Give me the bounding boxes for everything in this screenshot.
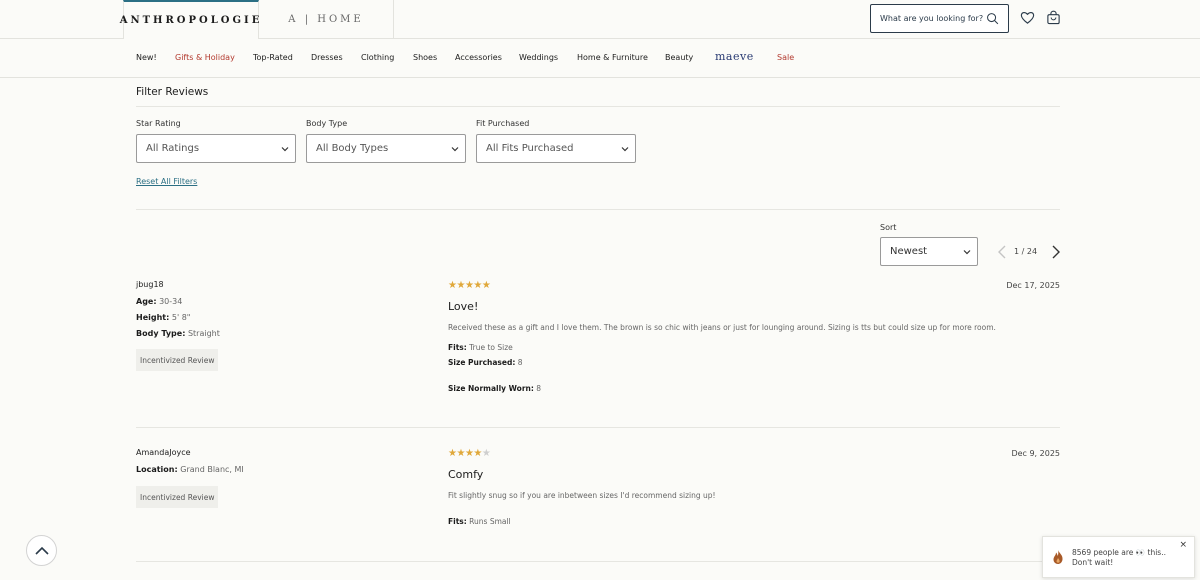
star-icon: ★ — [473, 280, 482, 291]
attr-key: Age: — [136, 297, 157, 306]
meta-value: Runs Small — [469, 517, 511, 526]
search-input[interactable]: What are you looking for? — [870, 4, 1009, 33]
nav-item-maeve[interactable]: maeve — [715, 50, 754, 63]
fit-purchased-select[interactable]: All Fits Purchased — [476, 134, 636, 163]
nav-item-sale[interactable]: Sale — [777, 53, 794, 62]
reset-all-filters-link[interactable]: Reset All Filters — [136, 177, 197, 186]
nav-item-dresses[interactable]: Dresses — [311, 53, 343, 62]
main-nav: New! Gifts & Holiday Top-Rated Dresses C… — [0, 39, 1200, 78]
toast-cta: Don't wait! — [1072, 558, 1114, 567]
close-icon[interactable]: × — [1179, 540, 1187, 550]
attr-value: Straight — [187, 329, 220, 338]
current-page: 1 — [1014, 247, 1020, 256]
search-placeholder: What are you looking for? — [880, 14, 984, 23]
review-body: Fit slightly snug so if you are inbetwee… — [448, 491, 716, 500]
divider — [136, 106, 1060, 107]
divider — [136, 561, 1060, 562]
brand-anthropologie-tab[interactable]: ANTHROPOLOGIE — [120, 0, 259, 39]
fit-purchased-value: All Fits Purchased — [486, 143, 574, 154]
reviewer-name: jbug18 — [136, 280, 164, 289]
star-icon: ★ — [473, 448, 482, 459]
reviewer-location: Location: Grand Blanc, MI — [136, 465, 244, 474]
attr-key: Location: — [136, 465, 178, 474]
meta-value: True to Size — [469, 343, 513, 352]
attr-value: Grand Blanc, MI — [180, 465, 244, 474]
nav-item-clothing[interactable]: Clothing — [361, 53, 394, 62]
social-proof-toast: 8569 people are 👀 this.. Don't wait! × — [1042, 536, 1195, 578]
reviewer-body-type: Body Type: Straight — [136, 329, 220, 338]
chevron-down-icon — [963, 250, 971, 255]
review-size-purchased: Size Purchased: 8 — [448, 358, 523, 367]
star-rating-label: Star Rating — [136, 119, 181, 128]
nav-item-shoes[interactable]: Shoes — [413, 53, 437, 62]
meta-key: Fits: — [448, 517, 467, 526]
divider — [136, 209, 1060, 210]
fit-purchased-label: Fit Purchased — [476, 119, 530, 128]
incentivized-badge: Incentivized Review — [136, 349, 219, 371]
star-rating-value: All Ratings — [146, 143, 200, 154]
attr-value: 30-34 — [159, 297, 183, 306]
body-type-value: All Body Types — [316, 143, 389, 154]
body-type-label: Body Type — [306, 119, 348, 128]
pagination-indicator: 1 / 24 — [1014, 247, 1037, 256]
star-rating: ★★★★★ — [448, 448, 491, 459]
meta-key: Fits: — [448, 343, 467, 352]
top-header: ANTHROPOLOGIE A | HOME What are you look… — [0, 0, 1200, 39]
meta-key: Size Purchased: — [448, 358, 516, 367]
meta-key: Size Normally Worn: — [448, 384, 534, 393]
meta-value: 8 — [536, 384, 542, 393]
bag-icon[interactable] — [1046, 10, 1061, 25]
back-to-top-button[interactable] — [26, 535, 57, 566]
nav-item-new[interactable]: New! — [136, 53, 157, 62]
nav-item-gifts-holiday[interactable]: Gifts & Holiday — [175, 53, 235, 62]
sort-label: Sort — [880, 223, 897, 232]
reviewer-height: Height: 5' 8" — [136, 313, 190, 322]
attr-key: Body Type: — [136, 329, 186, 338]
review-size-worn: Size Normally Worn: 8 — [448, 384, 541, 393]
star-rating: ★★★★★ — [448, 280, 491, 291]
review-date: Dec 9, 2025 — [1011, 449, 1060, 458]
heart-icon[interactable] — [1020, 10, 1035, 25]
nav-item-beauty[interactable]: Beauty — [665, 53, 693, 62]
chevron-up-icon — [34, 546, 49, 555]
nav-item-top-rated[interactable]: Top-Rated — [253, 53, 293, 62]
star-empty-icon: ★ — [481, 448, 491, 459]
chevron-down-icon — [621, 147, 629, 152]
star-rating-select[interactable]: All Ratings — [136, 134, 296, 163]
chevron-down-icon — [281, 147, 289, 152]
review-date: Dec 17, 2025 — [1006, 281, 1060, 290]
review-title: Love! — [448, 300, 479, 313]
brand-home-tab[interactable]: A | HOME — [259, 0, 394, 39]
flame-icon — [1053, 550, 1063, 564]
toast-message: 8569 people are 👀 this.. — [1072, 548, 1166, 557]
review-title: Comfy — [448, 468, 484, 481]
star-icon: ★ — [456, 280, 465, 291]
previous-page-icon[interactable] — [996, 244, 1008, 260]
sort-select[interactable]: Newest — [880, 237, 978, 266]
review-fits: Fits: Runs Small — [448, 517, 511, 526]
meta-value: 8 — [517, 358, 523, 367]
nav-item-accessories[interactable]: Accessories — [455, 53, 502, 62]
sort-value: Newest — [890, 246, 928, 257]
filter-reviews-heading: Filter Reviews — [136, 86, 209, 98]
star-icon: ★ — [481, 280, 491, 291]
body-type-select[interactable]: All Body Types — [306, 134, 466, 163]
star-icon: ★ — [456, 448, 465, 459]
review-body: Received these as a gift and I love them… — [448, 323, 996, 332]
attr-key: Height: — [136, 313, 170, 322]
attr-value: 5' 8" — [171, 313, 191, 322]
nav-item-home-furniture[interactable]: Home & Furniture — [577, 53, 648, 62]
reviewer-age: Age: 30-34 — [136, 297, 182, 306]
incentivized-badge: Incentivized Review — [136, 486, 219, 508]
chevron-down-icon — [451, 147, 459, 152]
nav-item-weddings[interactable]: Weddings — [519, 53, 558, 62]
reviewer-name: AmandaJoyce — [136, 448, 191, 457]
search-icon[interactable] — [986, 12, 999, 25]
page-separator: / — [1021, 247, 1025, 256]
next-page-icon[interactable] — [1050, 244, 1062, 260]
divider — [136, 427, 1060, 428]
total-pages: 24 — [1026, 247, 1038, 256]
review-fits: Fits: True to Size — [448, 343, 513, 352]
